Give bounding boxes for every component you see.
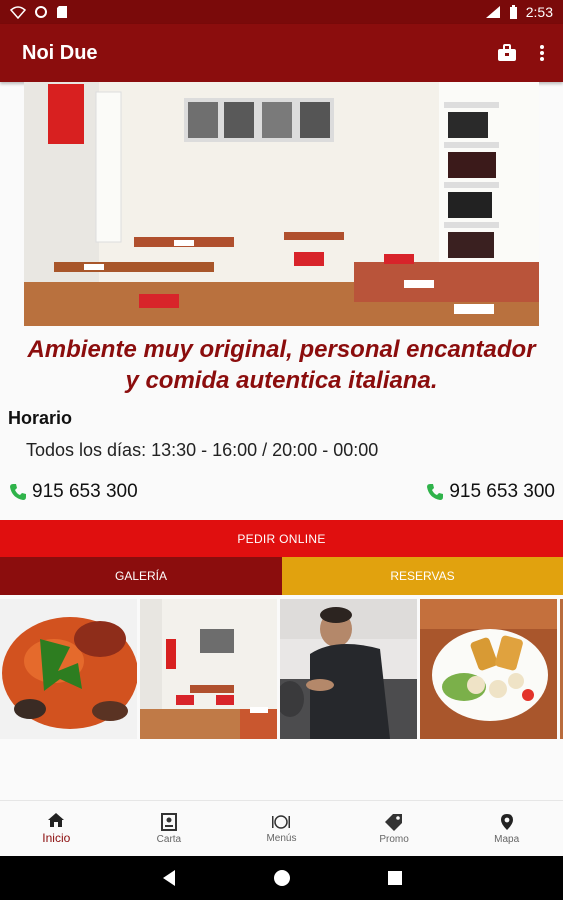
- gallery-photo-dining-room[interactable]: [140, 599, 277, 739]
- nav-label-carta: Carta: [156, 833, 182, 845]
- tagline-line-1: Ambiente muy original, personal encantad…: [27, 336, 536, 363]
- home-icon: [48, 813, 65, 827]
- app-bar: Noi Due: [0, 24, 563, 82]
- nav-item-carta[interactable]: Carta: [113, 801, 226, 856]
- home-circle-icon[interactable]: [273, 869, 291, 887]
- phone-icon: [10, 484, 26, 500]
- pedir-online-button[interactable]: PEDIR ONLINE: [0, 520, 563, 557]
- nav-item-mapa[interactable]: Mapa: [450, 801, 563, 856]
- horario-text: Todos los días: 13:30 - 16:00 / 20:00 - …: [26, 440, 379, 460]
- gallery-photo-chef[interactable]: [280, 599, 417, 739]
- briefcase-icon[interactable]: [497, 44, 517, 62]
- horario-title: Horario: [8, 408, 73, 428]
- gallery-photo-seafood-rice[interactable]: [0, 599, 137, 739]
- map-pin-icon: [500, 813, 513, 830]
- battery-icon: [509, 4, 517, 19]
- restaurant-interior-image: [24, 82, 539, 326]
- tagline: Ambiente muy original, personal encantad…: [0, 334, 563, 396]
- app-actions: [497, 44, 545, 62]
- status-icons-left: [10, 5, 68, 19]
- nav-label-inicio: Inicio: [42, 831, 71, 845]
- status-bar: 2:53: [0, 0, 563, 24]
- nav-label-promo: Promo: [379, 833, 409, 845]
- phone-number-left: 915 653 300: [32, 481, 138, 502]
- phone-icon: [427, 484, 444, 500]
- galeria-button[interactable]: GALERÍA: [0, 557, 282, 595]
- phone-number-right: 915 653 300: [449, 481, 555, 502]
- signal-icon: [485, 6, 500, 18]
- nav-label-menus: Menús: [266, 832, 297, 844]
- action-buttons-row: GALERÍA RESERVAS: [0, 557, 563, 595]
- tagline-line-2: y comida autentica italiana.: [125, 367, 438, 394]
- phone-link-right[interactable]: 915 653 300: [425, 481, 555, 503]
- bottom-navigation: Inicio Carta Menús Promo Mapa: [0, 800, 563, 856]
- plate-icon: [272, 814, 291, 829]
- wifi-icon: [10, 6, 26, 19]
- sd-card-icon: [57, 6, 67, 18]
- recents-icon[interactable]: [387, 870, 403, 886]
- sync-icon: [35, 6, 47, 18]
- nav-item-promo[interactable]: Promo: [338, 801, 451, 856]
- overflow-menu-icon[interactable]: [539, 44, 545, 62]
- system-navigation-bar: [0, 856, 563, 900]
- nav-item-menus[interactable]: Menús: [225, 801, 338, 856]
- app-title: Noi Due: [22, 41, 98, 64]
- nav-label-mapa: Mapa: [494, 833, 520, 845]
- gallery-photo-fried-appetizer[interactable]: [420, 599, 557, 739]
- nav-item-inicio[interactable]: Inicio: [0, 801, 113, 856]
- status-icons-right: 2:53: [485, 4, 553, 20]
- status-time: 2:53: [525, 4, 553, 20]
- reservas-button[interactable]: RESERVAS: [282, 557, 563, 595]
- back-icon[interactable]: [161, 869, 177, 887]
- phone-link-left[interactable]: 915 653 300: [8, 481, 138, 503]
- menu-card-icon: [160, 812, 177, 831]
- photo-gallery[interactable]: [0, 599, 563, 739]
- tag-icon: [385, 813, 403, 831]
